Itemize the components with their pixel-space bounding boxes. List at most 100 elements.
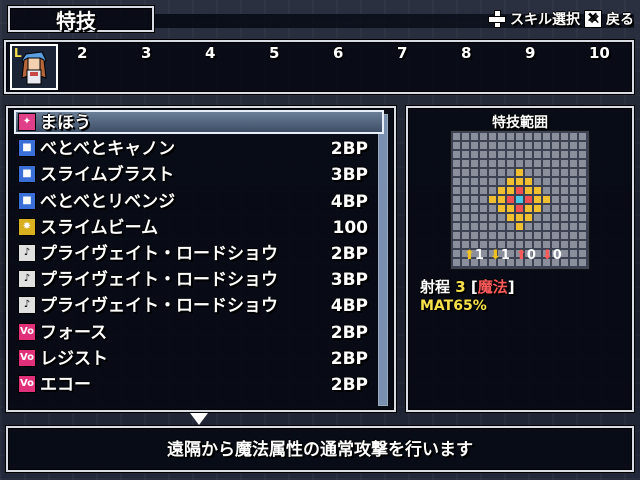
range-cell [471,223,478,230]
party-slot-8[interactable]: 8 [461,44,471,62]
range-cell [453,151,460,158]
skill-row[interactable]: ✸ スライムビーム 100 [12,215,372,241]
range-cell [525,241,532,248]
range-cell [471,178,478,185]
skill-row[interactable]: ♪ プライヴェイト・ロードショウ 3BP [12,267,372,293]
skill-row[interactable]: Vo フォース 2BP [12,320,372,346]
range-cell [570,241,577,248]
skill-cost: 2BP [330,348,368,369]
skill-row[interactable]: ■ べとべとキャノン 2BP [12,136,372,162]
range-cell [543,214,550,221]
range-cell [534,214,541,221]
range-cell [453,142,460,149]
range-cell [480,205,487,212]
range-cell-area [525,178,532,185]
modifier-down-icon: ⬇1 [489,248,510,263]
range-cell [561,142,568,149]
range-cell [489,169,496,176]
range-cell [471,187,478,194]
range-cell-area [507,205,514,212]
range-cell [534,151,541,158]
range-cell [453,223,460,230]
skill-name: べとべとキャノン [40,139,176,160]
range-label: 射程 [420,278,451,296]
music-note-plus1-icon: ♪ [18,270,36,289]
range-cell [561,178,568,185]
party-slot-2[interactable]: 2 [77,44,87,62]
skill-cost: 2BP [330,244,368,264]
modifier-up-icon: ⬆1 [464,248,484,263]
range-cell [498,241,505,248]
skill-cost: 3BP [330,165,368,186]
range-cell [498,178,505,185]
range-cell [516,142,523,149]
range-cell [480,223,487,230]
range-cell [561,169,568,176]
range-cell [570,214,577,221]
party-bar: L 2 3 4 5 6 7 8 9 10 [4,40,634,94]
range-cell [498,142,505,149]
skill-range-panel: 特技範囲 ⬆1 ⬇1 ⬆0 ⬇0 射程 3 [魔法] MAT65% [406,106,634,412]
range-cell [543,178,550,185]
skill-name: まほう [40,113,91,133]
range-cell [579,169,586,176]
range-cell [516,160,523,167]
range-cell [579,232,586,239]
range-cell [561,259,568,266]
range-cell-target [507,196,514,203]
range-cell [453,232,460,239]
range-cell [462,142,469,149]
range-cell [471,151,478,158]
description-panel: 遠隔から魔法属性の通常攻撃を行います [6,426,634,472]
party-slot-9[interactable]: 9 [525,44,535,62]
party-slot-10[interactable]: 10 [589,44,610,62]
skill-row[interactable]: ■ べとべとリベンジ 4BP [12,189,372,215]
party-slot-3[interactable]: 3 [141,44,151,62]
range-line: 射程 3 [魔法] [420,276,515,297]
range-cell [543,133,550,140]
skill-row[interactable]: Vo エコー 2BP [12,372,372,398]
skill-row[interactable]: ♪ プライヴェイト・ロードショウ 2BP [12,241,372,267]
range-cell-area [534,205,541,212]
party-slot-7[interactable]: 7 [397,44,407,62]
skill-cost: 100 [332,217,369,238]
range-cell [498,160,505,167]
vo-icon: Vo [18,322,36,341]
range-cell [579,250,586,257]
skill-category-row[interactable]: ✦ まほう [12,110,372,136]
range-cell [462,232,469,239]
range-cell-area [516,178,523,185]
party-slot-6[interactable]: 6 [333,44,343,62]
range-cell [462,178,469,185]
range-cell [534,169,541,176]
range-cell [462,151,469,158]
scrollbar-thumb[interactable] [379,115,387,405]
range-cell-area [525,205,532,212]
scrollbar[interactable] [378,114,388,406]
hint-back[interactable]: 戻る [606,9,634,29]
range-cell [561,151,568,158]
vo-icon: Vo [18,375,36,393]
range-cell [552,241,559,248]
range-cell [453,187,460,194]
range-cell [471,196,478,203]
range-cell [579,133,586,140]
range-cell [480,133,487,140]
title-panel: 特技 [8,6,154,33]
range-cell [570,196,577,203]
party-slot-5[interactable]: 5 [269,44,279,62]
range-cell [489,187,496,194]
range-type-open: [ [470,278,478,296]
skill-row[interactable]: ■ スライムブラスト 3BP [12,162,372,188]
skill-cost: 2BP [330,375,368,395]
range-cell [543,205,550,212]
party-slot-4[interactable]: 4 [205,44,215,62]
skill-row[interactable]: ♪ プライヴェイト・ロードショウ 4BP [12,293,372,319]
range-cell [579,178,586,185]
range-cell [480,196,487,203]
range-cell [489,241,496,248]
skill-name: スライムビーム [40,217,159,238]
skill-row[interactable]: Vo レジスト 2BP [12,346,372,372]
music-note-icon: ♪ [18,244,36,262]
range-cell [552,169,559,176]
